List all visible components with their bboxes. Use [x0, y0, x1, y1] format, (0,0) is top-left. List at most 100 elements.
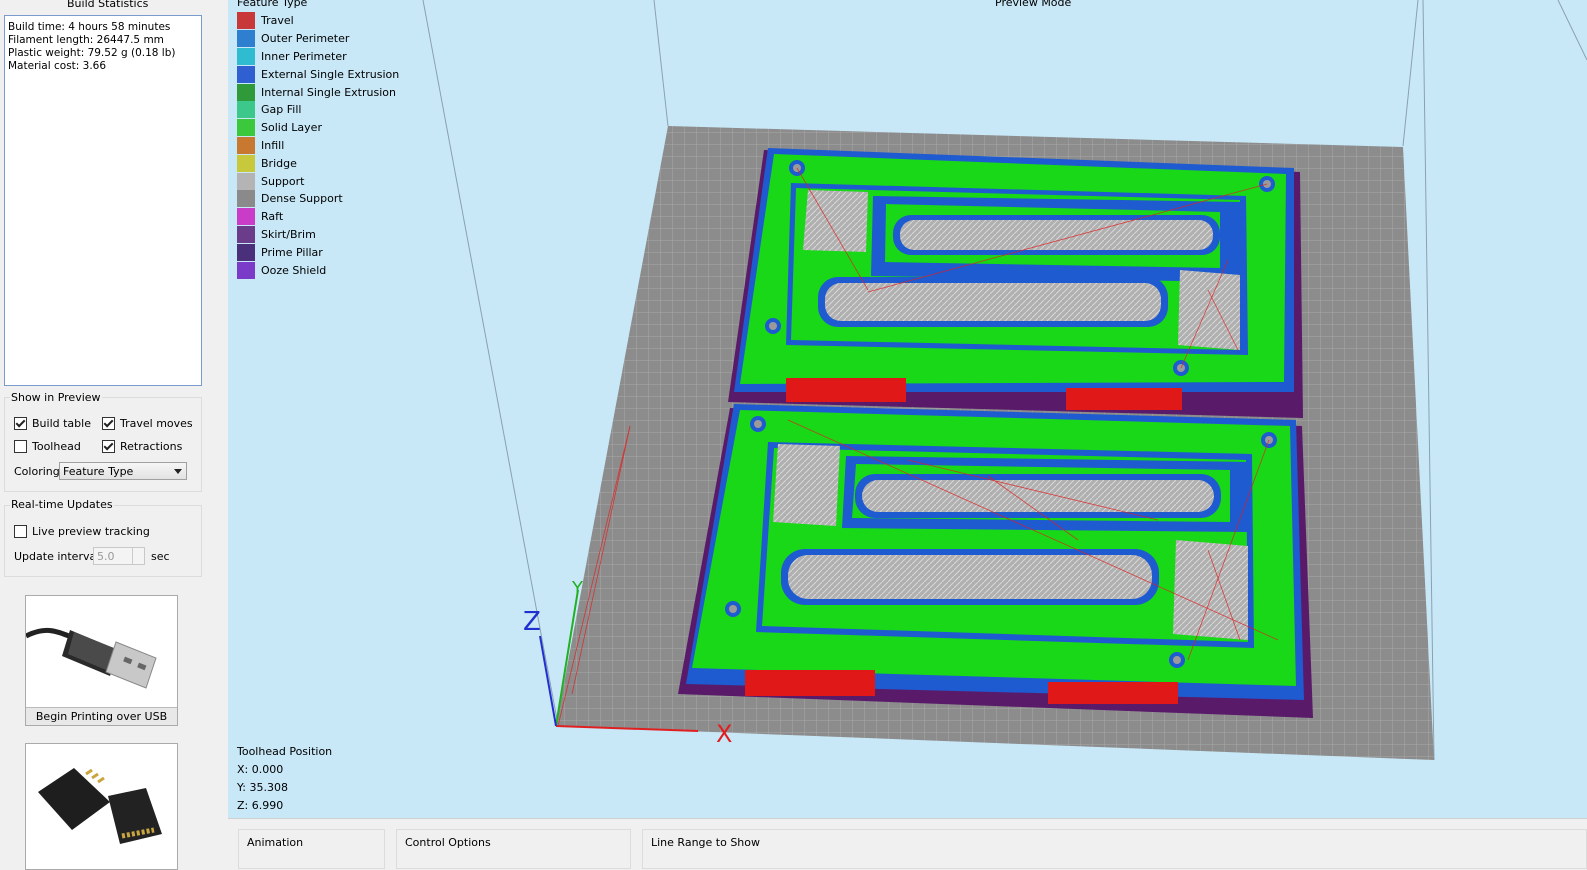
checkbox-box[interactable] — [14, 525, 27, 538]
usb-cable-icon — [24, 627, 157, 689]
stat-filament-length: Filament length: 26447.5 mm — [8, 34, 164, 46]
legend-label: Internal Single Extrusion — [261, 85, 396, 99]
legend-item: Infill — [237, 136, 399, 155]
toolhead-position-title: Toolhead Position — [237, 745, 333, 758]
usb-print-label: Begin Printing over USB — [26, 707, 177, 725]
legend-swatch — [237, 30, 255, 48]
legend-swatch — [237, 190, 255, 208]
scene-3d: X Y Z — [422, 0, 1587, 761]
stat-material-cost: Material cost: 3.66 — [8, 60, 107, 72]
legend-label: Travel — [261, 14, 294, 28]
legend-label: Support — [261, 174, 305, 188]
legend-swatch — [237, 261, 255, 279]
line-range-group[interactable]: Line Range to Show — [642, 829, 1587, 869]
live-preview-checkbox[interactable]: Live preview tracking — [14, 525, 150, 538]
legend-label: Raft — [261, 210, 284, 224]
legend-swatch — [237, 47, 255, 65]
checkbox-box[interactable] — [102, 440, 115, 453]
build-stats-box: Build time: 4 hours 58 minutes Filament … — [4, 15, 202, 386]
travel-moves-label: Travel moves — [120, 417, 193, 430]
usb-print-card[interactable]: Begin Printing over USB — [24, 595, 178, 726]
preview-viewport[interactable]: X Y Z Preview Mode Feature Type Travel Ou… — [228, 0, 1587, 818]
legend-label: Infill — [261, 138, 285, 152]
legend-title: Feature Type — [237, 0, 308, 9]
legend-swatch — [237, 65, 255, 83]
legend-item: Bridge — [237, 154, 399, 172]
live-preview-label: Live preview tracking — [32, 525, 150, 538]
legend-item: Outer Perimeter — [237, 30, 399, 48]
legend-label: Prime Pillar — [261, 245, 323, 259]
coloring-value: Feature Type — [63, 465, 134, 478]
feature-type-legend: Travel Outer Perimeter Inner Perimeter Exte… — [237, 12, 399, 279]
realtime-group — [4, 505, 202, 577]
toolhead-z: Z: 6.990 — [237, 799, 284, 812]
travel-moves-checkbox[interactable]: Travel moves — [102, 417, 193, 430]
toolhead-label: Toolhead — [32, 440, 81, 453]
preview-mode-title: Preview Mode — [995, 0, 1072, 9]
legend-swatch — [237, 208, 255, 226]
legend-swatch — [237, 154, 255, 172]
legend-label: Bridge — [261, 156, 297, 170]
legend-swatch — [237, 119, 255, 137]
build-table-checkbox[interactable]: Build table — [14, 417, 91, 430]
chevron-down-icon — [174, 469, 182, 474]
legend-label: Solid Layer — [261, 121, 322, 135]
build-table-label: Build table — [32, 417, 91, 430]
legend-item: Support — [237, 172, 399, 190]
legend-item: Prime Pillar — [237, 243, 399, 261]
retractions-label: Retractions — [120, 440, 183, 453]
spinner-arrows-icon[interactable] — [132, 548, 144, 564]
legend-item: Dense Support — [237, 190, 399, 208]
splitter[interactable] — [212, 0, 228, 862]
checkbox-box[interactable] — [14, 417, 27, 430]
legend-swatch — [237, 136, 255, 154]
legend-swatch — [237, 225, 255, 243]
legend-swatch — [237, 12, 255, 30]
coloring-label: Coloring — [14, 465, 60, 478]
control-options-group[interactable]: Control Options — [396, 829, 631, 869]
coloring-select[interactable]: Feature Type — [59, 462, 187, 480]
update-interval-spinner[interactable]: 5.0 — [93, 547, 145, 565]
animation-label: Animation — [247, 836, 304, 849]
legend-item: Travel — [237, 12, 399, 30]
legend-label: External Single Extrusion — [261, 67, 400, 81]
legend-item: Internal Single Extrusion — [237, 83, 399, 101]
animation-group[interactable]: Animation — [238, 829, 385, 869]
line-range-label: Line Range to Show — [651, 836, 761, 849]
toolhead-position: Toolhead Position X: 0.000 Y: 35.308 Z: … — [237, 743, 332, 815]
legend-item: Solid Layer — [237, 119, 399, 137]
toolhead-y: Y: 35.308 — [237, 781, 288, 794]
axis-y-label: Y — [571, 578, 584, 599]
update-interval-value: 5.0 — [97, 550, 115, 563]
checkbox-box[interactable] — [102, 417, 115, 430]
legend-item: Skirt/Brim — [237, 225, 399, 244]
left-panel: Build Statistics Build time: 4 hours 58 … — [0, 0, 213, 870]
legend-swatch — [237, 172, 255, 190]
control-options-label: Control Options — [405, 836, 491, 849]
toolhead-x: X: 0.000 — [237, 763, 284, 776]
toolhead-checkbox[interactable]: Toolhead — [14, 440, 81, 453]
legend-swatch — [237, 83, 255, 101]
legend-label: Skirt/Brim — [261, 227, 316, 241]
legend-swatch — [237, 101, 255, 119]
legend-item: Inner Perimeter — [237, 47, 399, 66]
stat-build-time: Build time: 4 hours 58 minutes — [8, 21, 171, 33]
realtime-title: Real-time Updates — [10, 498, 114, 511]
legend-label: Dense Support — [261, 192, 343, 206]
legend-item: Ooze Shield — [237, 261, 399, 279]
show-in-preview-title: Show in Preview — [10, 391, 102, 404]
legend-label: Ooze Shield — [261, 263, 327, 277]
legend-swatch — [237, 243, 255, 261]
sd-card-icon — [38, 768, 162, 844]
update-interval-label: Update interval — [14, 550, 100, 563]
sd-card-export-card[interactable] — [25, 743, 178, 870]
legend-item: External Single Extrusion — [237, 65, 399, 83]
retractions-checkbox[interactable]: Retractions — [102, 440, 182, 453]
legend-label: Outer Perimeter — [261, 32, 350, 46]
legend-item: Raft — [237, 208, 399, 226]
legend-item: Gap Fill — [237, 101, 399, 119]
build-stats-title: Build Statistics — [67, 0, 149, 10]
axis-z-label: Z — [523, 607, 541, 637]
checkbox-box[interactable] — [14, 440, 27, 453]
bottom-panel: Animation Control Options Line Range to … — [228, 818, 1587, 869]
